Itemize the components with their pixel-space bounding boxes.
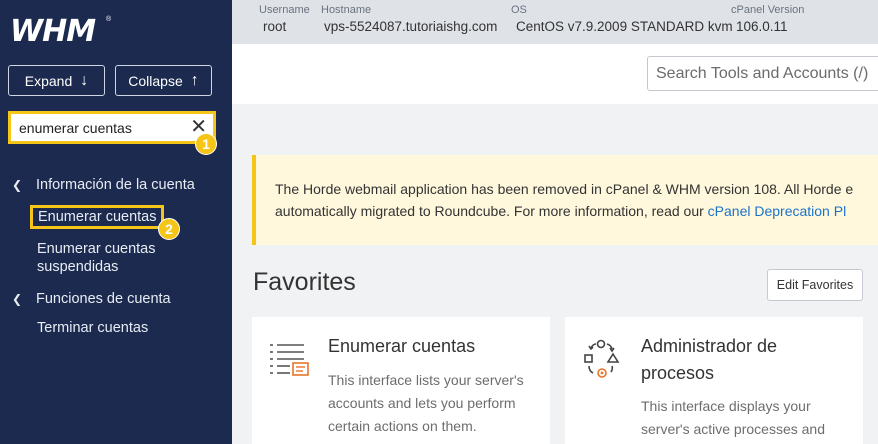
annotation-badge-1: 1 (195, 133, 217, 155)
os-info: OS CentOS v7.9.2009 STANDARD kvm (511, 4, 733, 34)
favorites-title: Favorites (253, 268, 356, 296)
version-info: cPanel Version 106.0.11 (731, 4, 805, 34)
card-title: Administrador de procesos (641, 336, 778, 383)
arrow-down-icon: ↓ (80, 71, 89, 89)
edit-favorites-button[interactable]: Edit Favorites (767, 269, 863, 301)
collapse-button[interactable]: Collapse ↑ (115, 65, 212, 96)
collapse-label: Collapse (128, 72, 183, 89)
notice-line-1: The Horde webmail application has been r… (275, 181, 854, 197)
annotation-badge-2: 2 (158, 218, 180, 240)
sidebar-item-enumerar-suspendidas[interactable]: Enumerar cuentas suspendidas (0, 240, 170, 276)
nav-section-funciones[interactable]: ❮ Funciones de cuenta (0, 289, 232, 309)
sidebar-search-input[interactable] (11, 114, 181, 141)
favorite-card-procesos[interactable]: Administrador de procesos This interface… (565, 317, 863, 444)
sidebar-item-terminar-cuentas[interactable]: Terminar cuentas (0, 319, 232, 337)
server-info-bar: Username root Hostname vps-5524087.tutor… (232, 0, 878, 44)
nav-section-informacion[interactable]: ❮ Información de la cuenta (0, 175, 232, 195)
sidebar-item-enumerar-cuentas[interactable]: Enumerar cuentas (30, 205, 165, 229)
expand-collapse-row: Expand ↓ Collapse ↑ (8, 65, 212, 96)
nav-section-label: Información de la cuenta (36, 177, 195, 193)
deprecation-link[interactable]: cPanel Deprecation Pl (708, 203, 847, 219)
arrow-up-icon: ↑ (190, 71, 199, 89)
process-manager-icon (584, 339, 620, 378)
sidebar-search: ✕ (8, 111, 216, 144)
horde-notice: The Horde webmail application has been r… (252, 155, 878, 245)
card-description: This interface displays your server's ac… (641, 398, 825, 437)
whm-logo[interactable]: WHM ® (10, 14, 112, 49)
favorite-card-enumerar[interactable]: Enumerar cuentas This interface lists yo… (252, 317, 550, 444)
hostname-info: Hostname vps-5524087.tutoriaishg.com (321, 4, 498, 34)
card-title: Enumerar cuentas (328, 336, 476, 356)
list-accounts-icon (270, 344, 309, 376)
sidebar-nav: ❮ Información de la cuenta Enumerar cuen… (0, 175, 232, 337)
logo-text: WHM (10, 14, 96, 49)
username-info: Username root (259, 4, 310, 34)
expand-label: Expand (24, 72, 73, 89)
card-description: This interface lists your server's accou… (328, 372, 524, 434)
expand-button[interactable]: Expand ↓ (8, 65, 105, 96)
notice-line-2: automatically migrated to Roundcube. For… (275, 203, 847, 219)
top-header: Username root Hostname vps-5524087.tutor… (232, 0, 878, 104)
nav-section-label: Funciones de cuenta (36, 291, 171, 307)
tools-search-input[interactable]: Search Tools and Accounts (/) (647, 56, 878, 91)
registered-mark: ® (106, 16, 112, 23)
sidebar: WHM ® Expand ↓ Collapse ↑ ✕ 1 ❮ Informac… (0, 0, 232, 444)
chevron-down-icon: ❮ (12, 292, 23, 306)
chevron-down-icon: ❮ (12, 178, 23, 192)
